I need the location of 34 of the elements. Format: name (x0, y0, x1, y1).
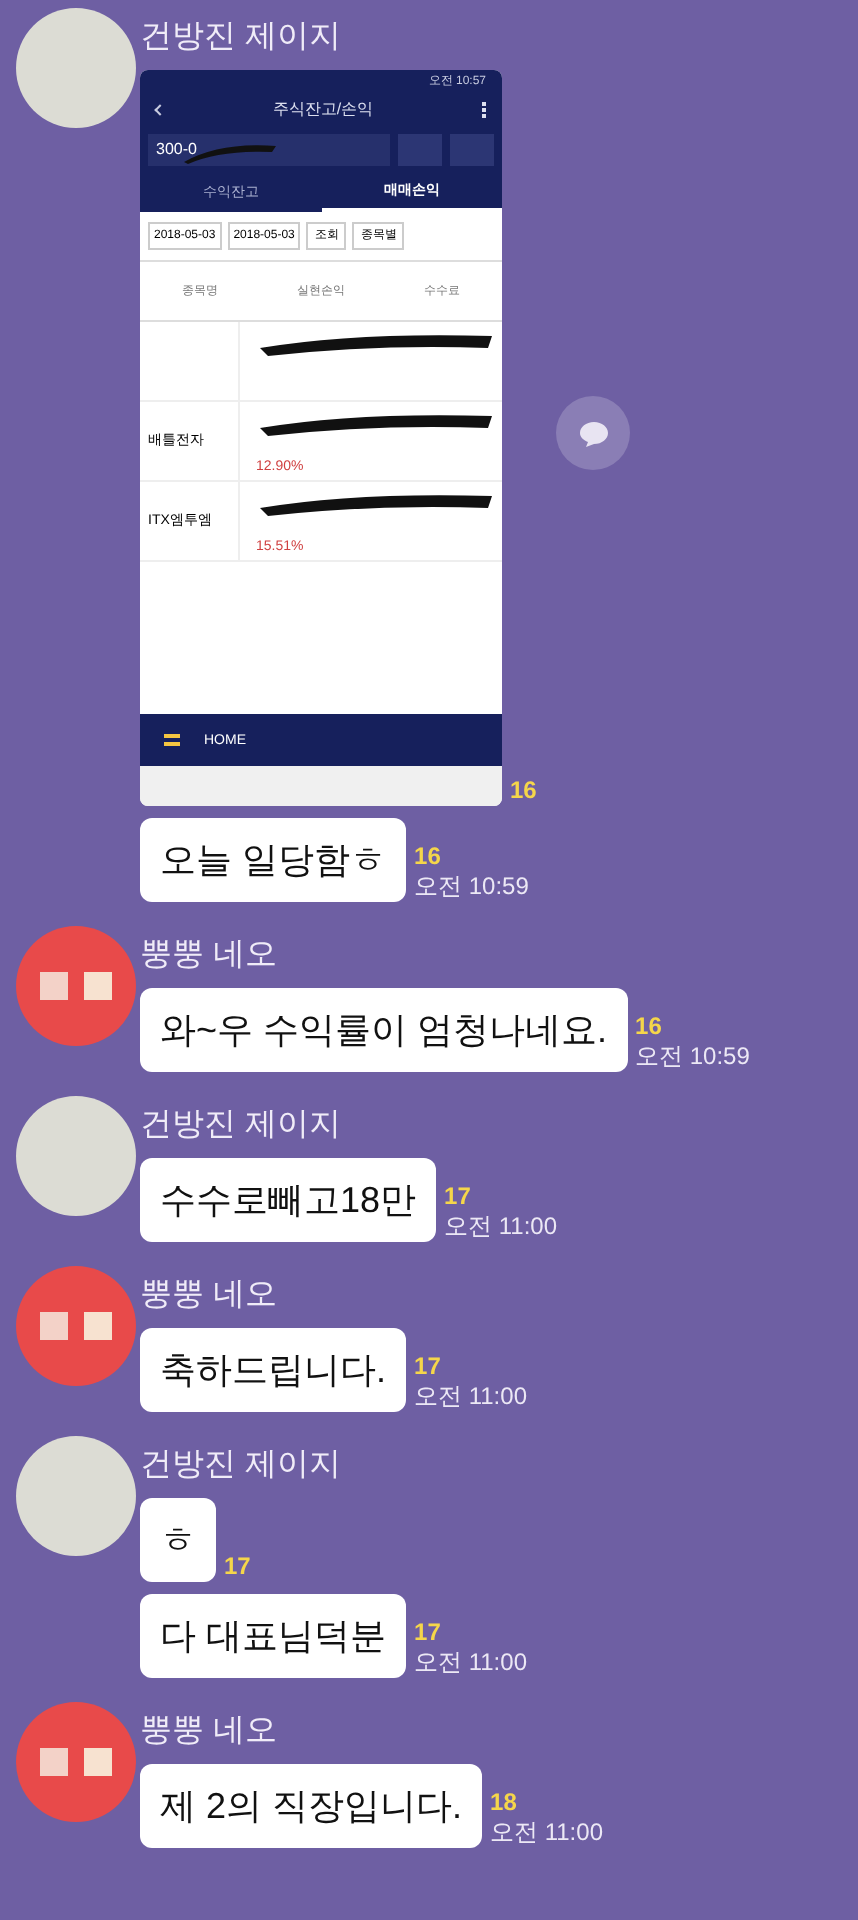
unread-count: 17 (414, 1352, 441, 1382)
account-field[interactable]: 300-0 (148, 134, 390, 166)
message-bubble: 와~우 수익률이 엄청나네요. (140, 988, 628, 1072)
screen-title: 주식잔고/손익 (272, 102, 374, 118)
unread-count: 17 (224, 1552, 251, 1582)
message-time: 오전 10:59 (635, 1042, 750, 1072)
unread-count: 17 (414, 1618, 441, 1648)
message-time: 오전 11:00 (414, 1382, 527, 1412)
message-bubble: 다 대표님덕분 (140, 1594, 407, 1678)
sender-name: 건방진 제이지 (140, 1106, 343, 1146)
message-time: 오전 10:59 (414, 872, 529, 902)
sender-name: 뿡뿡 네오 (140, 936, 279, 976)
unread-count: 16 (414, 842, 441, 872)
unread-count: 17 (444, 1182, 471, 1212)
message-time: 오전 11:00 (490, 1818, 603, 1848)
message-time: 오전 11:00 (414, 1648, 527, 1678)
unread-count: 18 (490, 1788, 517, 1818)
back-icon[interactable] (154, 104, 166, 116)
unread-count: 16 (510, 776, 537, 806)
sender-name: 뿡뿡 네오 (140, 1276, 279, 1316)
menu-icon[interactable] (164, 734, 180, 746)
sender-name: 뿡뿡 네오 (140, 1712, 279, 1752)
sender-name: 건방진 제이지 (140, 1446, 343, 1486)
unread-count: 16 (635, 1012, 662, 1042)
message-bubble: 수수로빼고18만 (140, 1158, 437, 1242)
sender-name: 건방진 제이지 (140, 18, 343, 58)
message-bubble: 오늘 일당함ㅎ (140, 818, 407, 902)
message-bubble: ㅎ (140, 1498, 216, 1582)
message-bubble: 제 2의 직장입니다. (140, 1764, 483, 1848)
more-icon[interactable] (481, 102, 486, 118)
share-button[interactable] (556, 396, 630, 470)
speech-bubble-icon (577, 419, 609, 447)
message-bubble: 축하드립니다. (140, 1328, 407, 1412)
message-time: 오전 11:00 (444, 1212, 558, 1242)
